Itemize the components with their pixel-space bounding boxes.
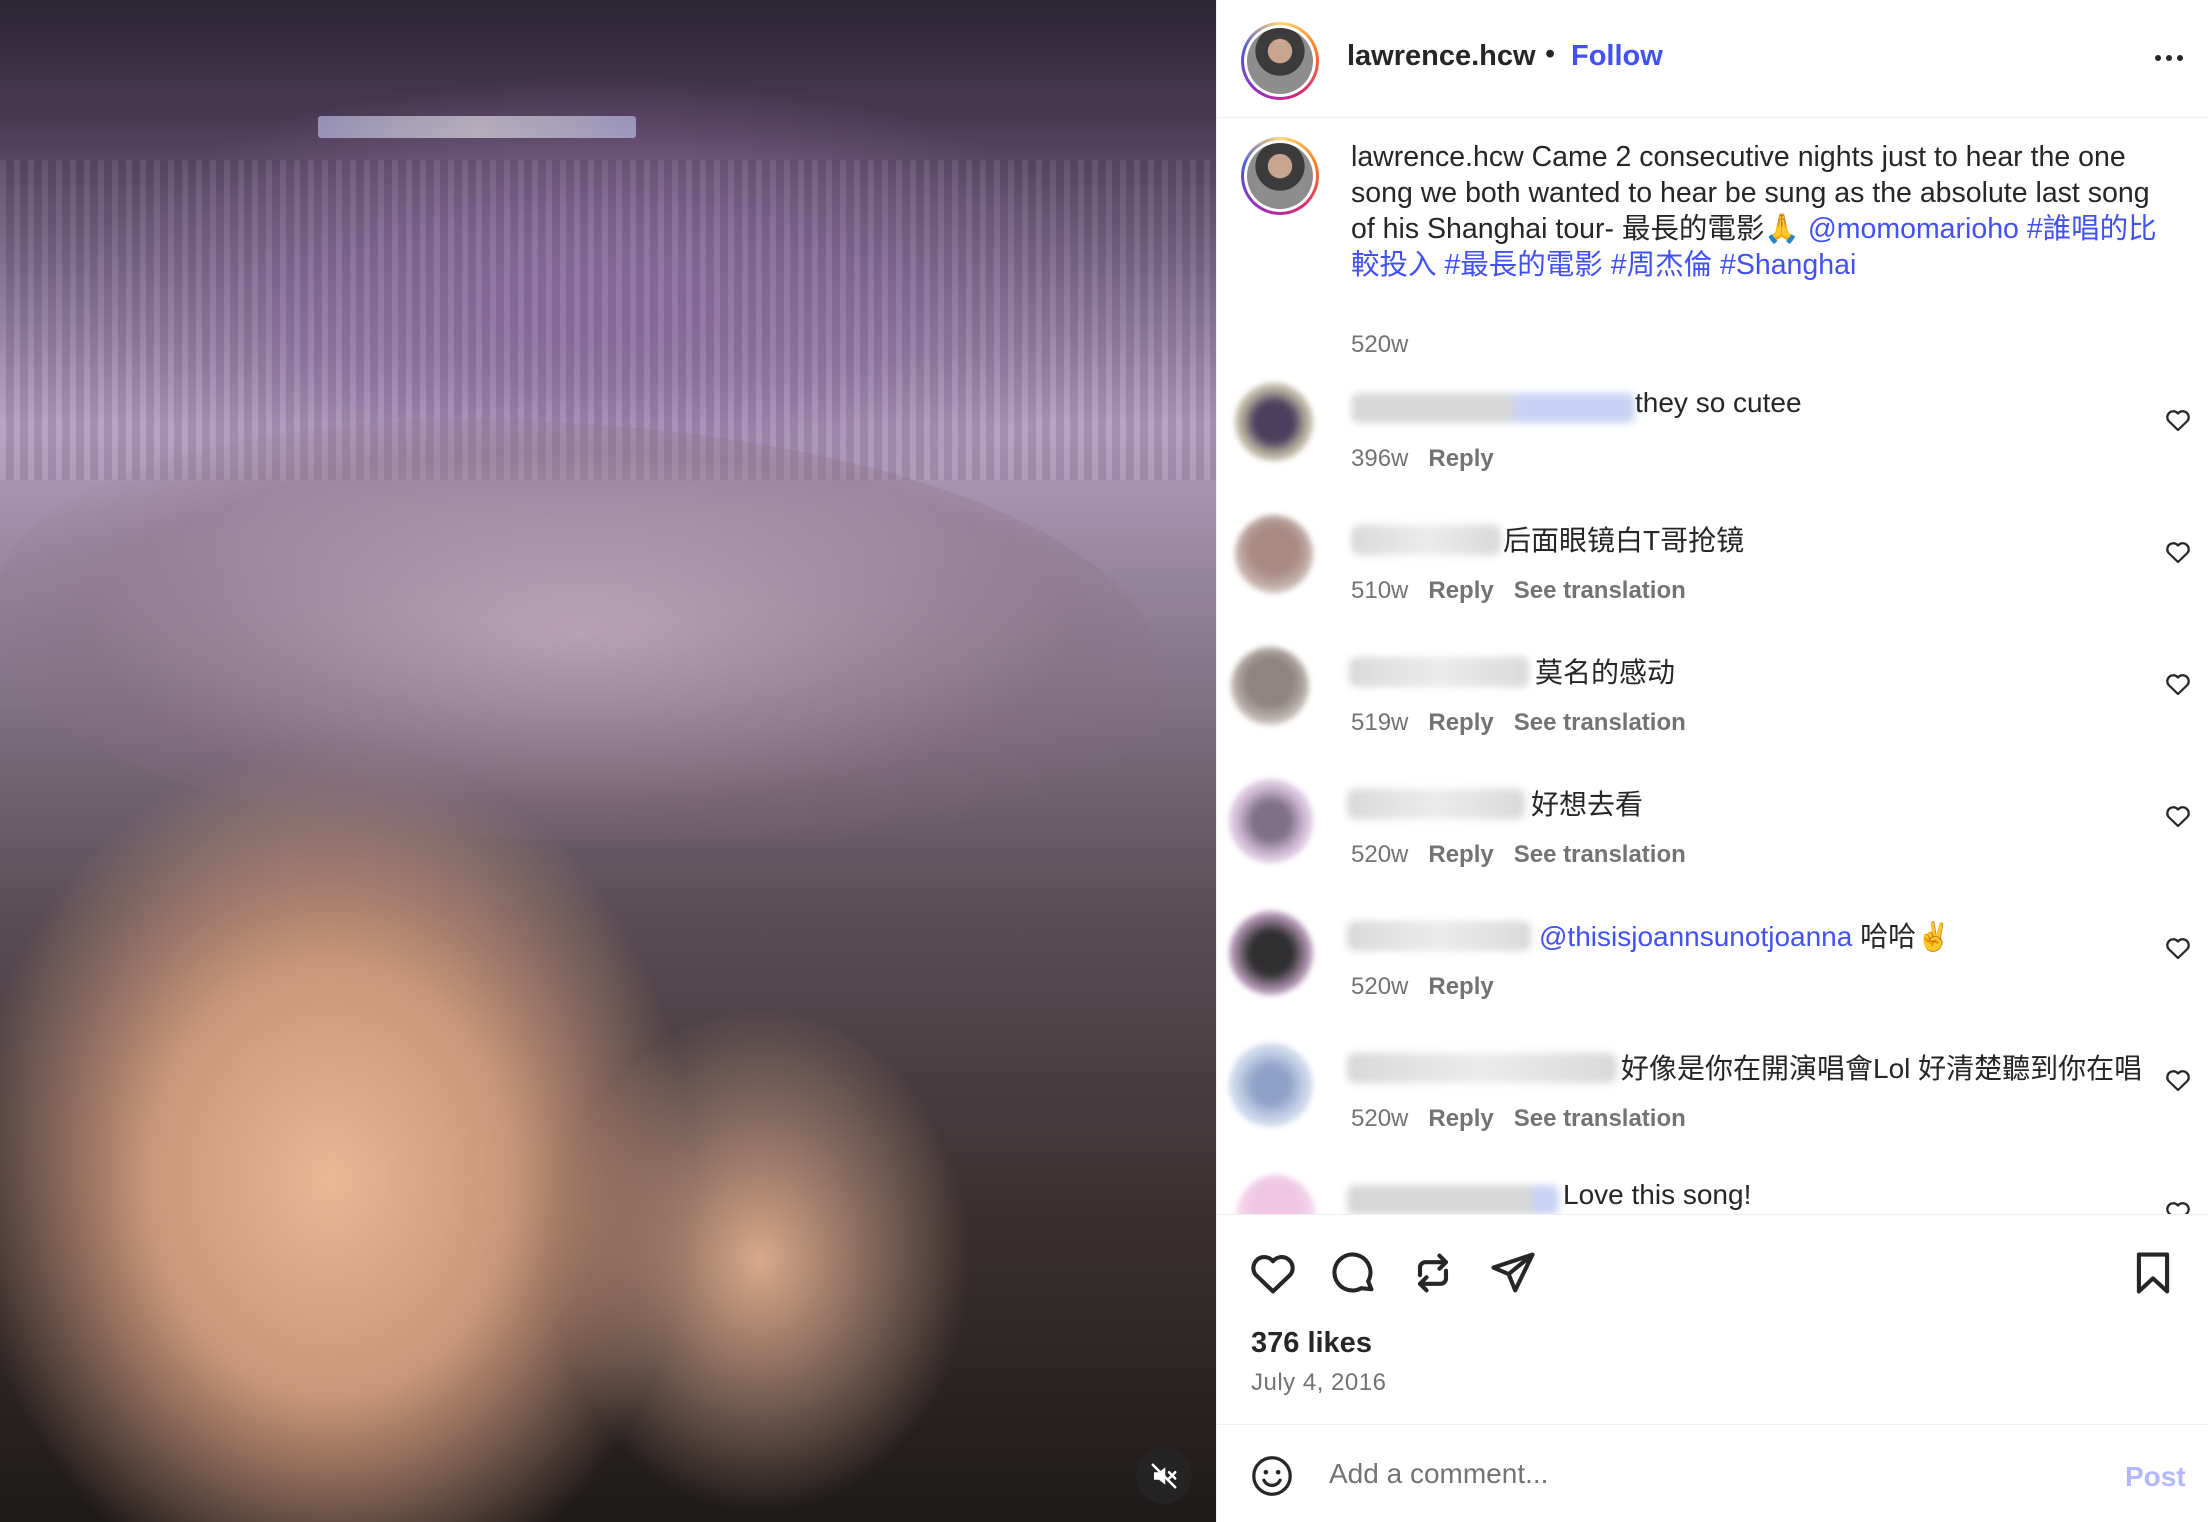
caption-avatar[interactable] [1241, 137, 1319, 215]
comment-body: 哈哈✌️ [1852, 921, 1951, 952]
comment-meta: 396w Reply [1351, 445, 1494, 473]
comment-item: 莫名的感动 519w Reply See translation [1217, 647, 2208, 779]
follow-button[interactable]: Follow [1571, 40, 1663, 73]
comment-like-icon[interactable] [2163, 537, 2193, 567]
comment-item: 后面眼镜白T哥抢镜 510w Reply See translation [1217, 515, 2208, 647]
reply-button[interactable]: Reply [1428, 1105, 1493, 1132]
comment-text: 莫名的感动 [1535, 657, 1676, 688]
comment-composer: Post [1217, 1424, 2208, 1522]
commenter-avatar[interactable] [1229, 911, 1313, 995]
author-username[interactable]: lawrence.hcw [1347, 40, 1536, 73]
comment-meta: 510w Reply See translation [1351, 577, 1686, 605]
post-date: July 4, 2016 [1251, 1369, 1387, 1396]
reply-button[interactable]: Reply [1428, 445, 1493, 472]
comment-like-icon[interactable] [2163, 1065, 2193, 1095]
commenter-avatar[interactable] [1231, 647, 1309, 725]
comment-meta: 520w Reply [1351, 973, 1494, 1001]
commenter-username-redacted[interactable] [1351, 525, 1501, 555]
caption-hashtag[interactable]: #周杰倫 [1611, 249, 1712, 281]
commenter-username-redacted[interactable] [1347, 1053, 1617, 1083]
reply-button[interactable]: Reply [1428, 973, 1493, 1000]
comment-item: @thisisjoannsunotjoanna 哈哈✌️ 520w Reply [1217, 911, 2208, 1043]
bookmark-icon[interactable] [2127, 1247, 2179, 1299]
comment-like-icon[interactable] [2163, 405, 2193, 435]
reply-button[interactable]: Reply [1428, 709, 1493, 736]
comment-icon[interactable] [1327, 1247, 1379, 1299]
commenter-username-redacted[interactable] [1351, 393, 1635, 423]
repost-icon[interactable] [1407, 1247, 1459, 1299]
share-icon[interactable] [1487, 1247, 1539, 1299]
commenter-avatar[interactable] [1235, 515, 1313, 593]
comment-input[interactable] [1329, 1447, 2089, 1501]
comment-mention[interactable]: @thisisjoannsunotjoanna [1539, 921, 1852, 952]
like-count[interactable]: 376 likes [1251, 1327, 1372, 1360]
commenter-avatar[interactable] [1229, 1043, 1313, 1127]
see-translation-button[interactable]: See translation [1514, 1105, 1686, 1132]
see-translation-button[interactable]: See translation [1514, 841, 1686, 868]
comment-item: 好想去看 520w Reply See translation [1217, 779, 2208, 911]
comment-timestamp: 519w [1351, 709, 1409, 736]
author-avatar[interactable] [1241, 22, 1319, 100]
comment-meta: 520w Reply See translation [1351, 841, 1686, 869]
separator-dot: • [1545, 38, 1556, 70]
comment-text: they so cutee [1635, 387, 1802, 418]
commenter-username-redacted[interactable] [1347, 789, 1525, 819]
comment-like-icon[interactable] [2163, 1197, 2193, 1214]
comment-meta: 520w Reply See translation [1351, 1105, 1686, 1133]
comment-like-icon[interactable] [2163, 933, 2193, 963]
commenter-username-redacted[interactable] [1349, 657, 1529, 687]
blurred-region [0, 420, 1160, 840]
post-media-video[interactable] [0, 0, 1216, 1522]
reply-button[interactable]: Reply [1428, 841, 1493, 868]
comment-timestamp: 520w [1351, 841, 1409, 868]
see-translation-button[interactable]: See translation [1514, 577, 1686, 604]
commenter-avatar[interactable] [1235, 383, 1313, 461]
mute-icon [1151, 1463, 1177, 1489]
comment-text: Love this song! [1563, 1179, 1752, 1210]
caption-text: lawrence.hcw Came 2 consecutive nights j… [1351, 139, 2171, 283]
comment-timestamp: 520w [1351, 1105, 1409, 1132]
stage-sign [318, 116, 636, 138]
comment-item: they so cutee 396w Reply [1217, 383, 2208, 515]
heart-icon[interactable] [1247, 1247, 1299, 1299]
caption-hashtag[interactable]: #最長的電影 [1444, 249, 1602, 281]
see-translation-button[interactable]: See translation [1514, 709, 1686, 736]
action-bar: 376 likes July 4, 2016 [1217, 1214, 2208, 1424]
comment-text: 好想去看 [1531, 789, 1644, 820]
caption-mention[interactable]: @momomarioho [1808, 213, 2019, 245]
comment-timestamp: 520w [1351, 973, 1409, 1000]
comment-text: 好像是你在開演唱會Lol 好清楚聽到你在唱 [1621, 1053, 2143, 1084]
comment-timestamp: 396w [1351, 445, 1409, 472]
reply-button[interactable]: Reply [1428, 577, 1493, 604]
comment-item: 好像是你在開演唱會Lol 好清楚聽到你在唱 520w Reply See trans… [1217, 1043, 2208, 1175]
caption-username[interactable]: lawrence.hcw [1351, 141, 1524, 173]
comment-meta: 519w Reply See translation [1351, 709, 1686, 737]
comment-text: @thisisjoannsunotjoanna 哈哈✌️ [1539, 915, 1951, 955]
comment-item: Love this song! [1217, 1175, 2208, 1214]
commenter-avatar[interactable] [1229, 779, 1313, 863]
caption-timestamp: 520w [1351, 331, 1409, 358]
post-side-panel: lawrence.hcw • Follow lawrence.hcw Came … [1216, 0, 2208, 1522]
post-comment-button[interactable]: Post [2125, 1461, 2186, 1493]
commenter-username-redacted[interactable] [1347, 921, 1531, 951]
comment-text: 后面眼镜白T哥抢镜 [1503, 525, 1745, 556]
commenter-username-redacted[interactable] [1347, 1185, 1559, 1214]
caption-hashtag[interactable]: #Shanghai [1720, 249, 1856, 281]
post-header: lawrence.hcw • Follow [1217, 0, 2208, 118]
comment-timestamp: 510w [1351, 577, 1409, 604]
commenter-avatar[interactable] [1237, 1175, 1315, 1214]
comments-list[interactable]: lawrence.hcw Came 2 consecutive nights j… [1217, 119, 2208, 1214]
emoji-icon[interactable] [1249, 1453, 1295, 1499]
comment-like-icon[interactable] [2163, 669, 2193, 699]
comment-like-icon[interactable] [2163, 801, 2193, 831]
mute-button[interactable] [1136, 1448, 1192, 1504]
more-options-icon[interactable] [2145, 38, 2193, 78]
